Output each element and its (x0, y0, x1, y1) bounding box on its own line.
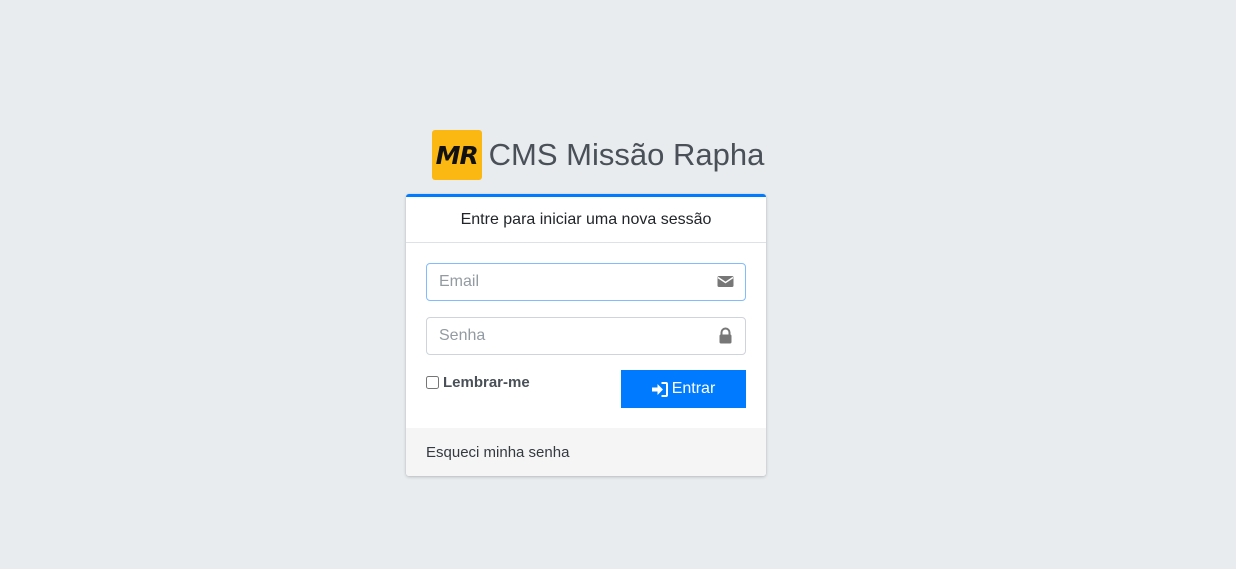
email-group (426, 263, 746, 301)
remember-me[interactable]: Lembrar-me (426, 374, 530, 391)
remember-label: Lembrar-me (443, 374, 530, 391)
form-actions: Lembrar-me Entrar (426, 370, 746, 408)
login-card-header: Entre para iniciar uma nova sessão (406, 197, 766, 243)
brand: MR CMS Missão Rapha (406, 129, 766, 181)
submit-label: Entrar (671, 380, 716, 397)
login-form: Lembrar-me Entrar (406, 243, 766, 428)
envelope-icon (717, 276, 734, 287)
brand-logo: MR (431, 130, 482, 180)
login-message: Entre para iniciar uma nova sessão (460, 210, 712, 228)
remember-checkbox[interactable] (426, 376, 439, 389)
lock-icon (719, 327, 732, 344)
sign-in-icon (651, 381, 668, 397)
forgot-password-link[interactable]: Esqueci minha senha (426, 444, 569, 461)
password-field[interactable] (426, 317, 746, 355)
login-card: Entre para iniciar uma nova sessão Email… (406, 194, 766, 476)
login-card-footer: Esqueci minha senha (406, 428, 766, 476)
brand-logo-text: MR (435, 140, 479, 170)
submit-button[interactable]: Entrar (621, 370, 746, 408)
email-field[interactable] (426, 263, 746, 301)
brand-name[interactable]: CMS Missão Rapha (489, 137, 765, 173)
password-group (426, 317, 746, 355)
login-box: MR CMS Missão Rapha Entre para iniciar u… (406, 129, 766, 476)
